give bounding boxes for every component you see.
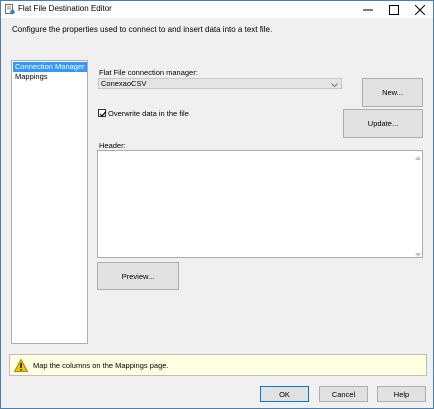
new-connection-button[interactable]: New... — [362, 78, 423, 107]
dialog-window: Flat File Destination Editor Configure t… — [0, 0, 434, 409]
minimize-icon — [363, 9, 373, 10]
nav-item-connection-manager[interactable]: Connection Manager — [13, 62, 87, 72]
preview-button[interactable]: Preview... — [97, 262, 179, 290]
window-title: Flat File Destination Editor — [18, 4, 112, 13]
help-button[interactable]: Help — [377, 386, 426, 402]
connection-manager-value: ConexaoCSV — [101, 79, 147, 88]
connection-manager-label: Flat File connection manager: — [99, 68, 198, 77]
overwrite-checkbox[interactable] — [98, 109, 107, 117]
nav-item-mappings[interactable]: Mappings — [13, 72, 50, 82]
header-textarea[interactable] — [97, 150, 423, 258]
minimize-button[interactable] — [355, 1, 381, 18]
page-list: Connection Manager Mappings — [11, 60, 88, 344]
title-bar: Flat File Destination Editor — [1, 1, 433, 18]
dialog-description: Configure the properties used to connect… — [12, 25, 273, 34]
chevron-down-icon — [331, 81, 338, 90]
scroll-down-icon[interactable] — [415, 250, 421, 259]
close-icon — [415, 4, 425, 15]
message-text: Map the columns on the Mappings page. — [33, 361, 169, 370]
maximize-icon — [389, 4, 399, 15]
overwrite-label[interactable]: Overwrite data in the file — [108, 109, 189, 118]
header-label: Header: — [99, 141, 126, 150]
update-button[interactable]: Update... — [343, 109, 423, 138]
checkmark-icon — [99, 111, 107, 117]
close-button[interactable] — [407, 1, 433, 18]
warning-icon — [13, 358, 29, 374]
maximize-button[interactable] — [381, 1, 407, 18]
cancel-button[interactable]: Cancel — [319, 386, 368, 402]
ok-button[interactable]: OK — [260, 386, 309, 402]
message-bar: Map the columns on the Mappings page. — [9, 354, 427, 376]
scroll-up-icon[interactable] — [415, 153, 421, 162]
app-icon — [5, 4, 15, 15]
connection-manager-dropdown[interactable]: ConexaoCSV — [98, 78, 342, 89]
